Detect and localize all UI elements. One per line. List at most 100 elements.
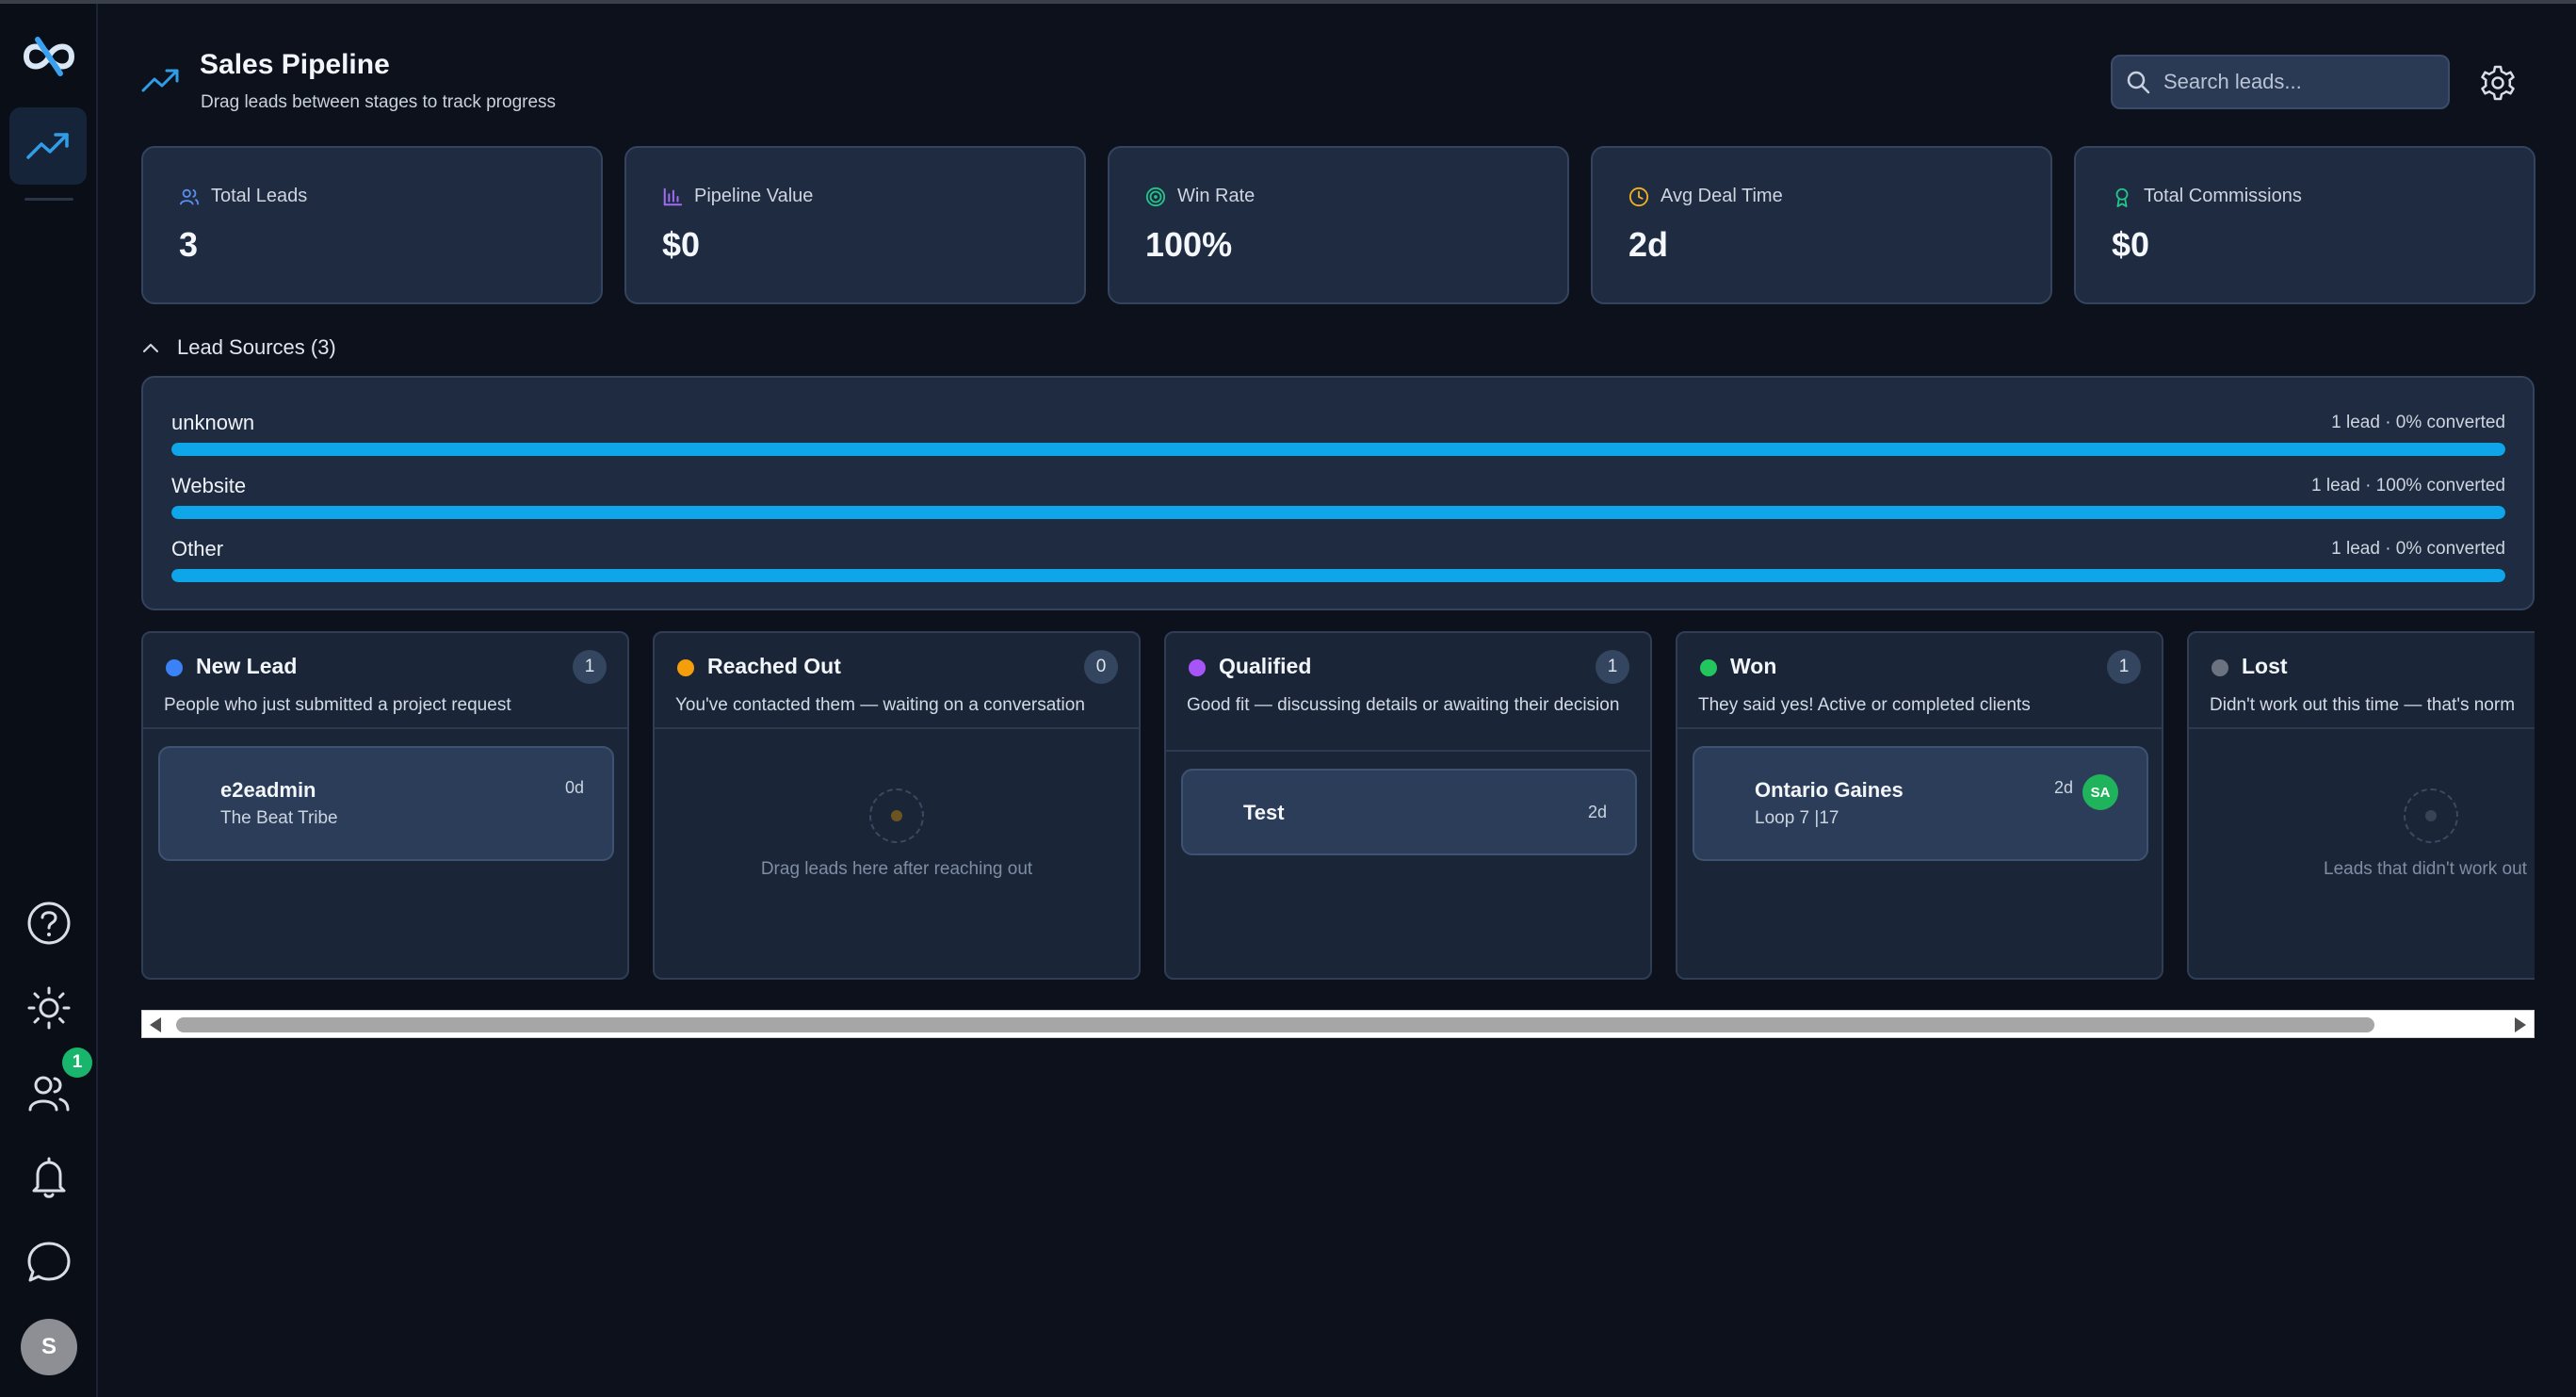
nav-notifications[interactable]: [21, 1149, 77, 1206]
lead-source-bar-fill: [171, 506, 2505, 519]
empty-drop-indicator: [869, 788, 924, 843]
target-icon: [1145, 187, 1166, 206]
user-avatar[interactable]: S: [21, 1319, 77, 1375]
column-title: Qualified: [1219, 654, 1312, 678]
lead-sources-toggle[interactable]: Lead Sources (3): [141, 335, 336, 360]
column-qualified[interactable]: Qualified 1 Good fit — discussing detail…: [1164, 631, 1652, 980]
stage-color-dot: [2211, 659, 2228, 676]
lead-name: e2eadmin: [220, 778, 316, 802]
lead-source-bar: [171, 443, 2505, 456]
column-header: Won 1 They said yes! Active or completed…: [1677, 633, 2162, 729]
column-description: You've contacted them — waiting on a con…: [675, 695, 1085, 715]
empty-indicator-dot: [2425, 810, 2437, 821]
nav-messages[interactable]: [21, 1234, 77, 1291]
stat-card-win-rate: Win Rate 100%: [1108, 146, 1569, 304]
lead-age: 0d: [564, 778, 584, 797]
lead-source-name: unknown: [171, 411, 255, 434]
page-title: Sales Pipeline: [200, 49, 390, 80]
column-description: People who just submitted a project requ…: [164, 695, 511, 715]
scrollbar-thumb[interactable]: [176, 1017, 2374, 1032]
lead-age: 2d: [2053, 778, 2073, 797]
trending-up-icon: [26, 133, 69, 159]
pipeline-board: New Lead 1 People who just submitted a p…: [141, 631, 2535, 982]
column-header: New Lead 1 People who just submitted a p…: [143, 633, 627, 729]
column-won[interactable]: Won 1 They said yes! Active or completed…: [1676, 631, 2163, 980]
column-title: New Lead: [196, 654, 298, 678]
column-count-badge: 0: [1084, 650, 1118, 684]
column-description: They said yes! Active or completed clien…: [1698, 695, 2031, 715]
stat-label: Win Rate: [1177, 186, 1256, 206]
stat-label: Total Commissions: [2144, 186, 2302, 206]
stat-label: Pipeline Value: [694, 186, 814, 206]
lead-source-stat: 1 lead · 0% converted: [2331, 413, 2505, 432]
column-header: Qualified 1 Good fit — discussing detail…: [1166, 633, 1650, 752]
stat-card-total-commissions: Total Commissions $0: [2074, 146, 2535, 304]
lead-source-bar-fill: [171, 569, 2505, 582]
award-icon: [2115, 187, 2129, 207]
bell-icon: [32, 1157, 66, 1198]
nav-theme-toggle[interactable]: [21, 980, 77, 1036]
stage-color-dot: [1700, 659, 1717, 676]
nav-help[interactable]: [21, 895, 77, 951]
lead-source-stat: 1 lead · 100% converted: [2311, 476, 2505, 495]
lead-source-bar: [171, 506, 2505, 519]
column-header: Reached Out 0 You've contacted them — wa…: [655, 633, 1139, 729]
stage-color-dot: [677, 659, 694, 676]
lead-company: The Beat Tribe: [220, 808, 338, 828]
users-icon: [28, 1076, 70, 1112]
page-subtitle: Drag leads between stages to track progr…: [201, 92, 557, 112]
clock-icon: [1628, 187, 1649, 206]
lead-sources-label: Lead Sources (3): [177, 335, 336, 359]
lead-sources-panel: unknown 1 lead · 0% converted Website 1 …: [141, 376, 2535, 610]
column-lost[interactable]: Lost Didn't work out this time — that's …: [2187, 631, 2535, 980]
stat-label: Total Leads: [211, 186, 308, 206]
search-box[interactable]: [2111, 55, 2450, 109]
stat-value: 3: [179, 225, 199, 264]
stat-value: $0: [662, 225, 701, 264]
help-icon: [27, 902, 71, 945]
trending-up-icon: [141, 69, 179, 92]
stat-value: $0: [2112, 225, 2150, 264]
column-new-lead[interactable]: New Lead 1 People who just submitted a p…: [141, 631, 629, 980]
search-input[interactable]: [2162, 69, 2425, 95]
bar-chart-icon: [663, 187, 683, 205]
sidebar: 1 S: [0, 4, 98, 1397]
nav-pipeline[interactable]: [9, 107, 87, 185]
lead-card[interactable]: e2eadmin The Beat Tribe 0d: [158, 746, 614, 861]
lead-company: Loop 7 |17: [1755, 808, 1839, 828]
chat-icon: [27, 1242, 71, 1282]
column-count-badge: 1: [2107, 650, 2141, 684]
stat-value: 100%: [1145, 225, 1233, 264]
column-reached-out[interactable]: Reached Out 0 You've contacted them — wa…: [653, 631, 1141, 980]
sidebar-divider: [24, 198, 73, 201]
chevron-up-icon: [142, 343, 159, 353]
stage-color-dot: [166, 659, 183, 676]
users-icon: [179, 188, 200, 205]
column-title: Reached Out: [707, 654, 841, 678]
lead-source-bar: [171, 569, 2505, 582]
scroll-right-arrow[interactable]: [2515, 1017, 2526, 1032]
empty-column-text: Drag leads here after reaching out: [760, 859, 1033, 879]
empty-column-text: Leads that didn't work out: [2324, 859, 2527, 879]
users-notification-badge: 1: [62, 1048, 92, 1078]
app-logo[interactable]: [19, 26, 79, 87]
column-description: Didn't work out this time — that's norm: [2210, 695, 2516, 715]
assignee-avatar[interactable]: SA: [2082, 774, 2118, 810]
window-top-border: [0, 0, 2576, 4]
lead-card[interactable]: Ontario Gaines Loop 7 |17 2d SA: [1693, 746, 2148, 861]
lead-card[interactable]: Test 2d: [1181, 769, 1637, 855]
column-header: Lost Didn't work out this time — that's …: [2189, 633, 2535, 729]
board-horizontal-scrollbar[interactable]: [141, 1010, 2535, 1038]
lead-age: 2d: [1587, 803, 1607, 821]
column-count-badge: 1: [1596, 650, 1629, 684]
empty-indicator-dot: [891, 810, 902, 821]
lead-source-name: Other: [171, 537, 224, 560]
sun-icon: [27, 986, 71, 1030]
lead-source-stat: 1 lead · 0% converted: [2331, 539, 2505, 559]
scroll-left-arrow[interactable]: [150, 1017, 161, 1032]
stage-color-dot: [1189, 659, 1206, 676]
empty-drop-indicator: [2404, 788, 2458, 843]
stat-card-total-leads: Total Leads 3: [141, 146, 603, 304]
lead-source-name: Website: [171, 474, 247, 497]
settings-gear-icon[interactable]: [2479, 64, 2517, 102]
